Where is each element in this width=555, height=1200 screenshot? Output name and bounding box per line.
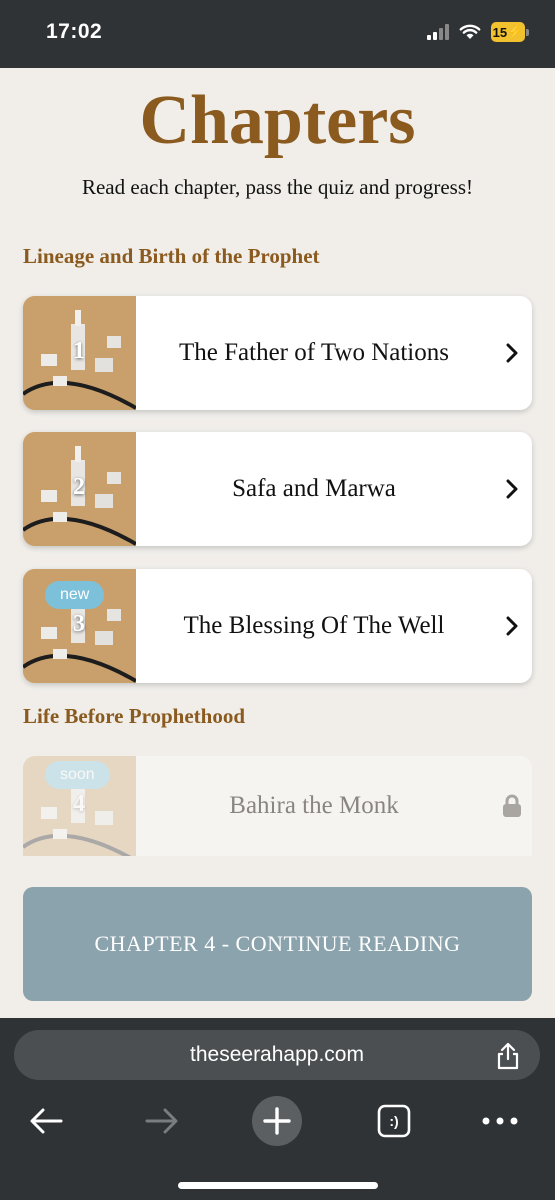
section-heading-life-before: Life Before Prophethood: [23, 704, 246, 728]
chapter-card-4-locked[interactable]: soon 4 Bahira the Monk: [23, 756, 532, 856]
chapter-title: The Father of Two Nations: [179, 339, 449, 366]
chapter-number: 3: [73, 611, 85, 637]
section-heading-lineage: Lineage and Birth of the Prophet: [23, 244, 320, 268]
status-time: 17:02: [46, 20, 103, 43]
battery-icon: 15 ⚡: [491, 22, 529, 42]
chapter-number: 2: [73, 474, 85, 500]
continue-reading-button[interactable]: CHAPTER 4 - CONTINUE READING: [23, 887, 532, 1001]
chevron-right-icon: [492, 616, 532, 636]
tabs-icon[interactable]: :): [374, 1095, 414, 1147]
forward-arrow-icon[interactable]: [142, 1095, 182, 1147]
chevron-right-icon: [492, 343, 532, 363]
new-tab-plus-icon[interactable]: [251, 1095, 303, 1147]
chevron-right-icon: [492, 479, 532, 499]
chapter-title: Safa and Marwa: [232, 475, 396, 502]
page-subtitle: Read each chapter, pass the quiz and pro…: [81, 175, 473, 199]
chapter-card-3[interactable]: new 3 The Blessing Of The Well: [23, 569, 532, 683]
chapter-number: 1: [73, 338, 85, 364]
signal-icon: [427, 24, 449, 40]
soon-badge: soon: [45, 761, 110, 789]
battery-level: 15: [492, 24, 508, 40]
address-bar[interactable]: theseerahapp.com: [14, 1030, 540, 1080]
page-title: Chapters: [139, 82, 416, 159]
url-text: theseerahapp.com: [190, 1043, 364, 1066]
chapter-thumbnail: 2: [23, 432, 136, 546]
status-icons: 15 ⚡: [427, 22, 529, 42]
chapter-thumbnail: soon 4: [23, 756, 136, 856]
more-menu-icon[interactable]: [480, 1095, 520, 1147]
chapter-thumbnail: new 3: [23, 569, 136, 683]
chapter-thumbnail: 1: [23, 296, 136, 410]
share-icon[interactable]: [496, 1042, 520, 1070]
tabs-label: :): [389, 1113, 399, 1129]
chapter-title: Bahira the Monk: [229, 792, 399, 819]
lock-icon: [492, 794, 532, 818]
chapter-title: The Blessing Of The Well: [183, 612, 445, 639]
wifi-icon: [459, 24, 481, 39]
back-arrow-icon[interactable]: [26, 1095, 66, 1147]
chapter-number: 4: [73, 791, 85, 817]
new-badge: new: [45, 581, 105, 609]
chapter-card-1[interactable]: 1 The Father of Two Nations: [23, 296, 532, 410]
home-indicator: [178, 1182, 378, 1189]
status-bar: 17:02 15 ⚡: [0, 0, 555, 68]
chapter-card-2[interactable]: 2 Safa and Marwa: [23, 432, 532, 546]
